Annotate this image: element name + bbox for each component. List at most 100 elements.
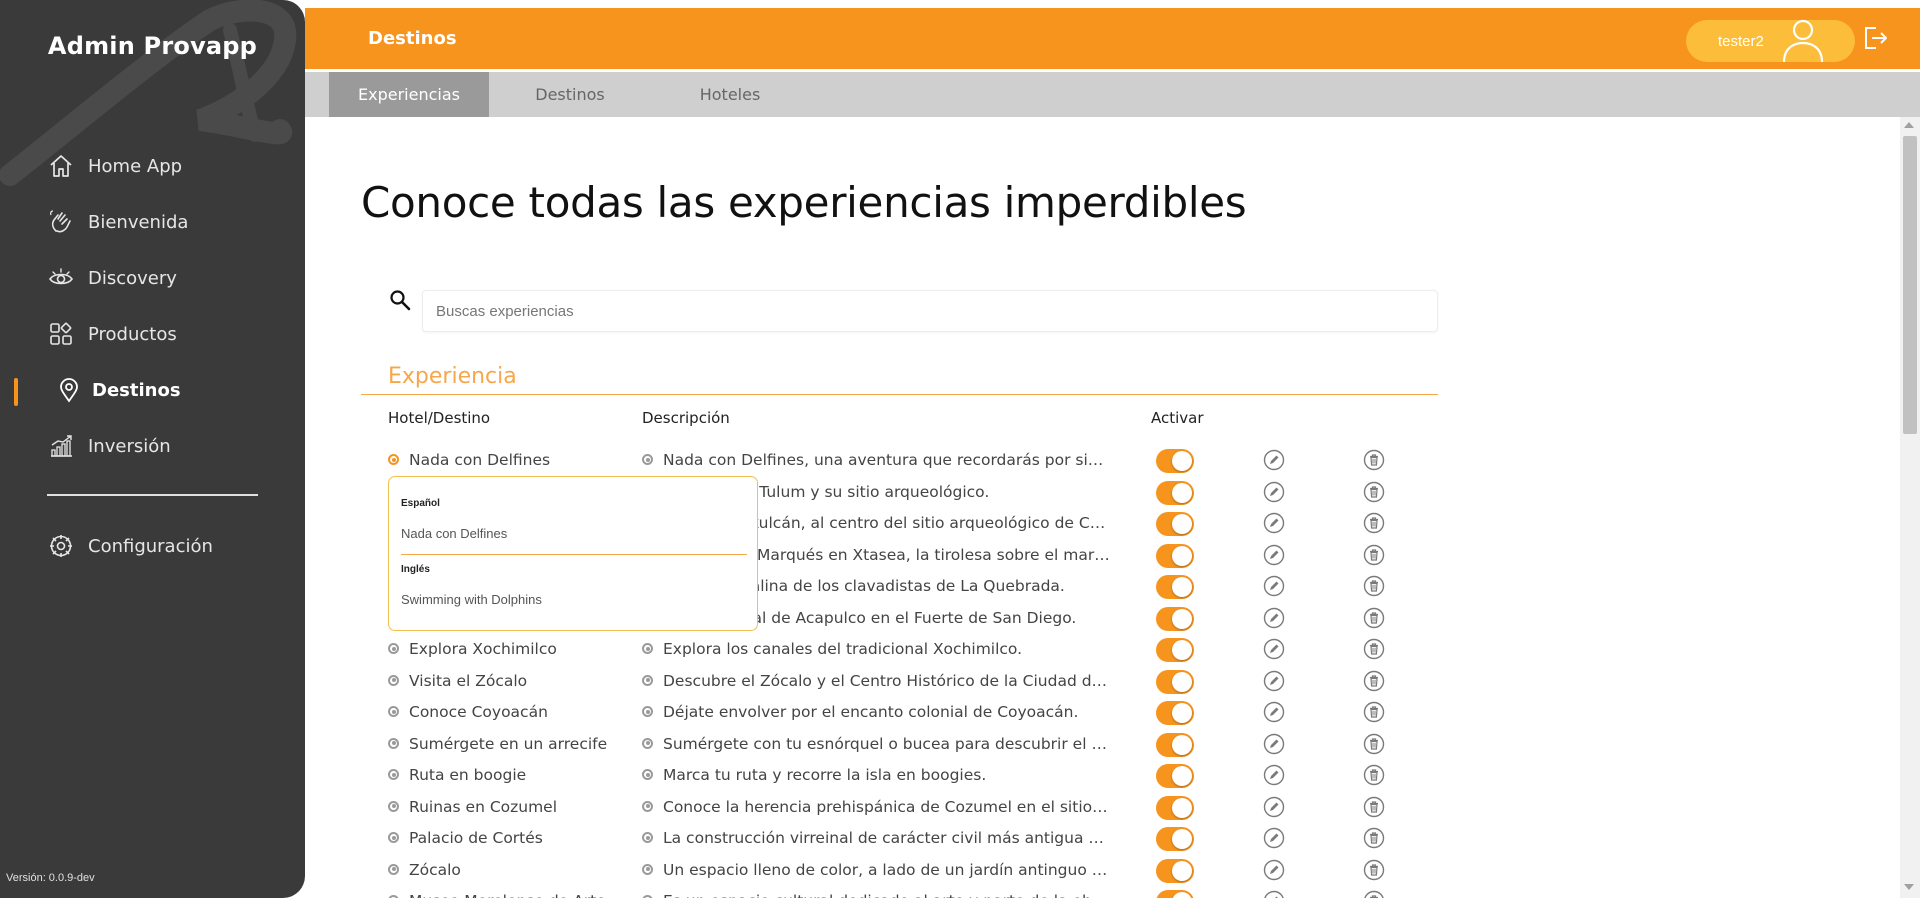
delete-trash-icon[interactable] (1363, 859, 1385, 881)
edit-pencil-icon[interactable] (1263, 544, 1285, 566)
edit-pencil-icon[interactable] (1263, 827, 1285, 849)
delete-trash-icon[interactable] (1363, 890, 1385, 898)
delete-trash-icon[interactable] (1363, 449, 1385, 471)
search-input[interactable] (422, 290, 1438, 332)
activate-toggle[interactable] (1156, 858, 1194, 883)
bullet-icon (642, 769, 653, 780)
bullet-icon (642, 737, 653, 749)
activate-toggle[interactable] (1156, 575, 1194, 599)
sidebar-item-destinos[interactable]: Destinos (0, 362, 305, 418)
tab-destinos[interactable]: Destinos (490, 72, 650, 117)
activate-toggle[interactable] (1156, 732, 1194, 757)
top-bar: Destinos tester2 (305, 8, 1920, 69)
delete-trash-icon[interactable] (1363, 670, 1385, 692)
experience-name[interactable]: Sumérgete en un arrecife (409, 735, 607, 753)
bullet-icon (388, 832, 399, 843)
activate-toggle[interactable] (1156, 669, 1194, 694)
table-row: Zócalo Un espacio lleno de color, a lado … (0, 854, 1500, 886)
tab-hoteles[interactable]: Hoteles (650, 72, 810, 117)
table-row: Palacio de Cortés La construcción virrein… (0, 822, 1500, 854)
activate-toggle[interactable] (1156, 512, 1194, 536)
edit-pencil-icon[interactable] (1263, 481, 1285, 503)
delete-trash-icon[interactable] (1363, 512, 1385, 534)
scroll-down-arrow-icon[interactable] (1904, 884, 1914, 890)
table-row: Sumérgete en un arrecife Sumérgete con tu… (0, 728, 1500, 760)
edit-pencil-icon[interactable] (1263, 607, 1285, 629)
bullet-icon (388, 643, 399, 654)
experience-name[interactable]: Museo Morelense de Arte (409, 892, 606, 898)
logout-icon[interactable] (1862, 25, 1888, 56)
delete-trash-icon[interactable] (1363, 796, 1385, 818)
edit-pencil-icon[interactable] (1263, 701, 1285, 723)
bullet-icon (642, 454, 653, 465)
popover-translation-text: Swimming with Dolphins (401, 592, 542, 607)
edit-pencil-icon[interactable] (1263, 512, 1285, 534)
experience-description: Un espacio lleno de color, a lado de un … (663, 860, 1111, 879)
experience-name[interactable]: Ruinas en Cozumel (409, 798, 557, 816)
activate-toggle[interactable] (1156, 543, 1194, 568)
bullet-icon (642, 643, 653, 654)
delete-trash-icon[interactable] (1363, 575, 1385, 597)
column-header-name: Hotel/Destino (388, 409, 491, 427)
edit-pencil-icon[interactable] (1263, 796, 1285, 818)
sidebar-item-bienvenida[interactable]: Bienvenida (0, 194, 305, 250)
user-menu[interactable]: tester2 (1686, 19, 1855, 63)
experience-description: La construcción virreinal de carácter ci… (663, 829, 1111, 847)
delete-trash-icon[interactable] (1363, 607, 1385, 629)
section-divider (361, 394, 1438, 395)
delete-trash-icon[interactable] (1363, 701, 1385, 723)
scrollbar-thumb[interactable] (1903, 136, 1917, 434)
bullet-icon (388, 863, 399, 875)
sidebar-item-productos[interactable]: Productos (0, 306, 305, 362)
edit-pencil-icon[interactable] (1263, 764, 1285, 786)
experience-name[interactable]: Nada con Delfines (409, 451, 550, 469)
activate-toggle[interactable] (1156, 764, 1194, 788)
edit-pencil-icon[interactable] (1263, 859, 1285, 881)
experience-name[interactable]: Zócalo (409, 861, 461, 879)
tab-experiencias[interactable]: Experiencias (329, 72, 489, 117)
activate-toggle[interactable] (1156, 890, 1194, 898)
sidebar-item-label: Bienvenida (88, 211, 189, 233)
activate-toggle[interactable] (1156, 827, 1194, 851)
experience-description: Sumérgete con tu esnórquel o bucea para … (663, 734, 1111, 753)
edit-pencil-icon[interactable] (1263, 733, 1285, 755)
page-title: Destinos (368, 28, 457, 49)
bullet-icon (642, 674, 653, 686)
table-row: Explora Xochimilco Explora los canales de… (0, 633, 1500, 665)
activate-toggle[interactable] (1156, 449, 1194, 473)
activate-toggle[interactable] (1156, 606, 1194, 631)
experience-name[interactable]: Ruta en boogie (409, 766, 526, 784)
table-row: Conoce Coyoacán Déjate envolver por el en… (0, 696, 1500, 728)
edit-pencil-icon[interactable] (1263, 670, 1285, 692)
edit-pencil-icon[interactable] (1263, 449, 1285, 471)
activate-toggle[interactable] (1156, 638, 1194, 662)
edit-pencil-icon[interactable] (1263, 890, 1285, 898)
sidebar-item-label: Home App (88, 155, 183, 177)
table-row: Museo Morelense de Arte Es un espacio cul… (0, 885, 1500, 898)
delete-trash-icon[interactable] (1363, 638, 1385, 660)
sidebar-item-home-app[interactable]: Home App (0, 138, 305, 194)
delete-trash-icon[interactable] (1363, 733, 1385, 755)
sidebar-item-discovery[interactable]: Discovery (0, 250, 305, 306)
sidebar-item-label: Productos (88, 323, 177, 345)
delete-trash-icon[interactable] (1363, 827, 1385, 849)
column-header-activate: Activar (1151, 409, 1204, 427)
experience-name[interactable]: Explora Xochimilco (409, 640, 557, 658)
activate-toggle[interactable] (1156, 795, 1194, 820)
delete-trash-icon[interactable] (1363, 764, 1385, 786)
home-icon (48, 153, 74, 179)
activate-toggle[interactable] (1156, 480, 1194, 505)
experience-name[interactable]: Palacio de Cortés (409, 829, 543, 847)
edit-pencil-icon[interactable] (1263, 575, 1285, 597)
tab-bar: Experiencias Destinos Hoteles (305, 72, 1920, 117)
activate-toggle[interactable] (1156, 701, 1194, 725)
experience-name[interactable]: Conoce Coyoacán (409, 703, 548, 721)
edit-pencil-icon[interactable] (1263, 638, 1285, 660)
translation-popover: Español Nada con Delfines Inglés Swimmin… (388, 476, 758, 631)
bullet-icon (642, 706, 653, 717)
experience-name[interactable]: Visita el Zócalo (409, 672, 527, 690)
delete-trash-icon[interactable] (1363, 544, 1385, 566)
scroll-up-arrow-icon[interactable] (1904, 122, 1914, 128)
delete-trash-icon[interactable] (1363, 481, 1385, 503)
popover-language-label: Español (401, 498, 440, 509)
